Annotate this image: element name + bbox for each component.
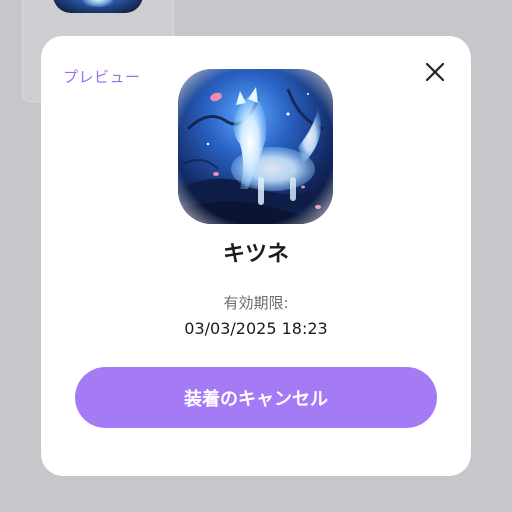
expiry-value: 03/03/2025 18:23: [184, 319, 328, 338]
cancel-equip-button[interactable]: 装着のキャンセル: [75, 367, 437, 428]
close-icon: [425, 62, 445, 82]
item-name: キツネ: [222, 242, 289, 267]
fox-avatar-image: [178, 69, 333, 224]
preview-label: プレビュー: [63, 68, 141, 86]
screen: プレビュー キツネ 有効期限: 03/03/2025 18:23 装着のキャンセ…: [0, 0, 512, 512]
expiry-label: 有効期限:: [223, 294, 289, 312]
background-item-thumbnail: [53, 0, 143, 13]
preview-modal: プレビュー キツネ 有効期限: 03/03/2025 18:23 装着のキャンセ…: [41, 36, 471, 476]
close-button[interactable]: [421, 58, 449, 86]
